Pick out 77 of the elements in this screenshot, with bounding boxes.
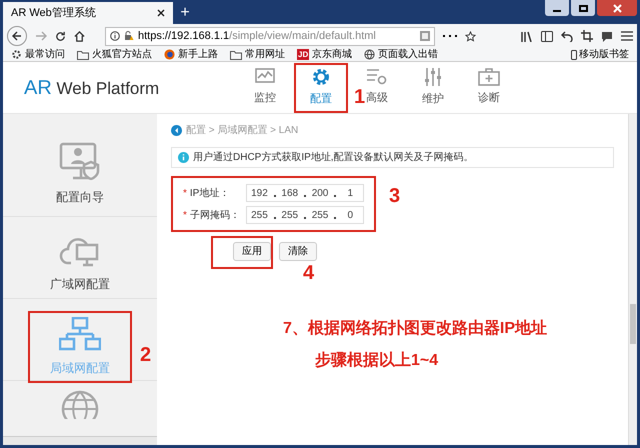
field-label: 子网掩码： xyxy=(190,208,241,222)
step-number: 3 xyxy=(389,186,400,206)
address-bar[interactable]: https://192.168.1.1/simple/view/main/default.html xyxy=(105,26,435,46)
bookmark-item[interactable]: 页面载入出错 xyxy=(364,47,438,62)
cloud-monitor-icon xyxy=(59,235,101,267)
browser-logo-icon xyxy=(164,49,175,60)
sidebar-icon[interactable] xyxy=(541,30,553,42)
library-icon[interactable] xyxy=(521,30,533,42)
maximize-button[interactable] xyxy=(571,0,595,16)
close-window-button[interactable] xyxy=(597,0,637,16)
phone-icon xyxy=(571,50,577,60)
required-mark: * xyxy=(183,186,187,200)
bookmark-item[interactable]: JD 京东商城 xyxy=(297,47,352,62)
home-icon[interactable] xyxy=(74,30,85,42)
undo-arrow-icon[interactable] xyxy=(561,30,573,42)
info-text: 用户通过DHCP方式获取IP地址,配置设备默认网关及子网掩码。 xyxy=(193,150,474,165)
bookmark-item[interactable]: 最常访问 xyxy=(11,47,65,62)
back-circle-icon[interactable] xyxy=(171,124,182,136)
star-icon[interactable] xyxy=(465,30,476,42)
close-icon xyxy=(157,9,165,17)
nav-tab[interactable]: 诊断 xyxy=(462,62,516,112)
dot-separator xyxy=(304,217,306,219)
menu-icon[interactable] xyxy=(621,31,633,41)
jd-logo-icon: JD xyxy=(297,49,310,60)
bookmark-item[interactable]: 新手上路 xyxy=(164,47,218,62)
new-tab-button[interactable]: + xyxy=(173,2,197,24)
sliders-icon xyxy=(424,67,442,88)
back-button[interactable] xyxy=(7,26,27,46)
dot-separator xyxy=(274,195,276,197)
folder-icon xyxy=(230,50,242,60)
form-button[interactable]: 应用 xyxy=(233,242,271,261)
medical-kit-icon xyxy=(478,68,500,86)
nav-tab[interactable]: 监控 xyxy=(238,62,292,112)
close-icon xyxy=(612,4,622,12)
dot-separator xyxy=(334,195,336,197)
reload-icon[interactable] xyxy=(55,30,66,42)
list-gear-icon xyxy=(366,68,388,86)
app-logo: AR Web Platform xyxy=(24,76,160,100)
bookmark-item[interactable]: 火狐官方站点 xyxy=(77,47,152,62)
required-mark: * xyxy=(183,208,187,222)
minimize-button[interactable] xyxy=(545,0,569,16)
info-icon xyxy=(110,31,120,41)
horizontal-scrollbar[interactable] xyxy=(3,436,157,445)
bookmark-item[interactable]: 常用网址 xyxy=(230,47,285,62)
note-line: 步骤根据以上1~4 xyxy=(314,350,440,371)
vertical-scrollbar[interactable] xyxy=(628,114,637,445)
network-topology-icon xyxy=(59,317,101,351)
ip-input-field[interactable]: 192 168 200 1 xyxy=(246,184,364,202)
sidebar-item[interactable]: 广域网配置 xyxy=(28,229,132,299)
gear-icon xyxy=(11,49,22,60)
step-number: 4 xyxy=(303,263,314,283)
dot-separator xyxy=(304,195,306,197)
nav-tab[interactable]: 维护 xyxy=(406,62,460,112)
form-button[interactable]: 清除 xyxy=(279,242,317,261)
dot-separator xyxy=(274,217,276,219)
warning-lock-icon xyxy=(124,31,134,41)
crop-icon[interactable] xyxy=(581,30,593,42)
settings-icon xyxy=(311,67,331,88)
monitor-user-shield-icon xyxy=(59,142,101,180)
url-text: https://192.168.1.1/simple/view/main/default.html xyxy=(138,28,376,44)
chat-bubble-icon[interactable] xyxy=(601,30,613,42)
globe-icon xyxy=(60,389,100,419)
dot-separator xyxy=(334,217,336,219)
step-number: 1 xyxy=(354,86,366,106)
ip-input-field[interactable]: 255 255 255 0 xyxy=(246,206,364,224)
back-arrow-icon xyxy=(12,31,22,41)
nav-tab[interactable]: 配置 xyxy=(294,62,348,112)
info-icon xyxy=(178,152,189,163)
field-label: IP地址： xyxy=(190,186,230,200)
globe-icon xyxy=(364,49,376,60)
note-line: 7、根据网络拓扑图更改路由器IP地址 xyxy=(283,318,548,339)
folder-icon xyxy=(77,50,89,60)
sidebar-item[interactable]: 配置向导 xyxy=(28,136,132,212)
breadcrumb: 配置 > 局域网配置 > LAN xyxy=(186,124,298,138)
step-number: 2 xyxy=(140,345,152,365)
browser-tab[interactable]: AR Web管理系统 xyxy=(3,2,173,24)
mobile-bookmarks-item[interactable]: 移动版书签 xyxy=(571,47,629,62)
